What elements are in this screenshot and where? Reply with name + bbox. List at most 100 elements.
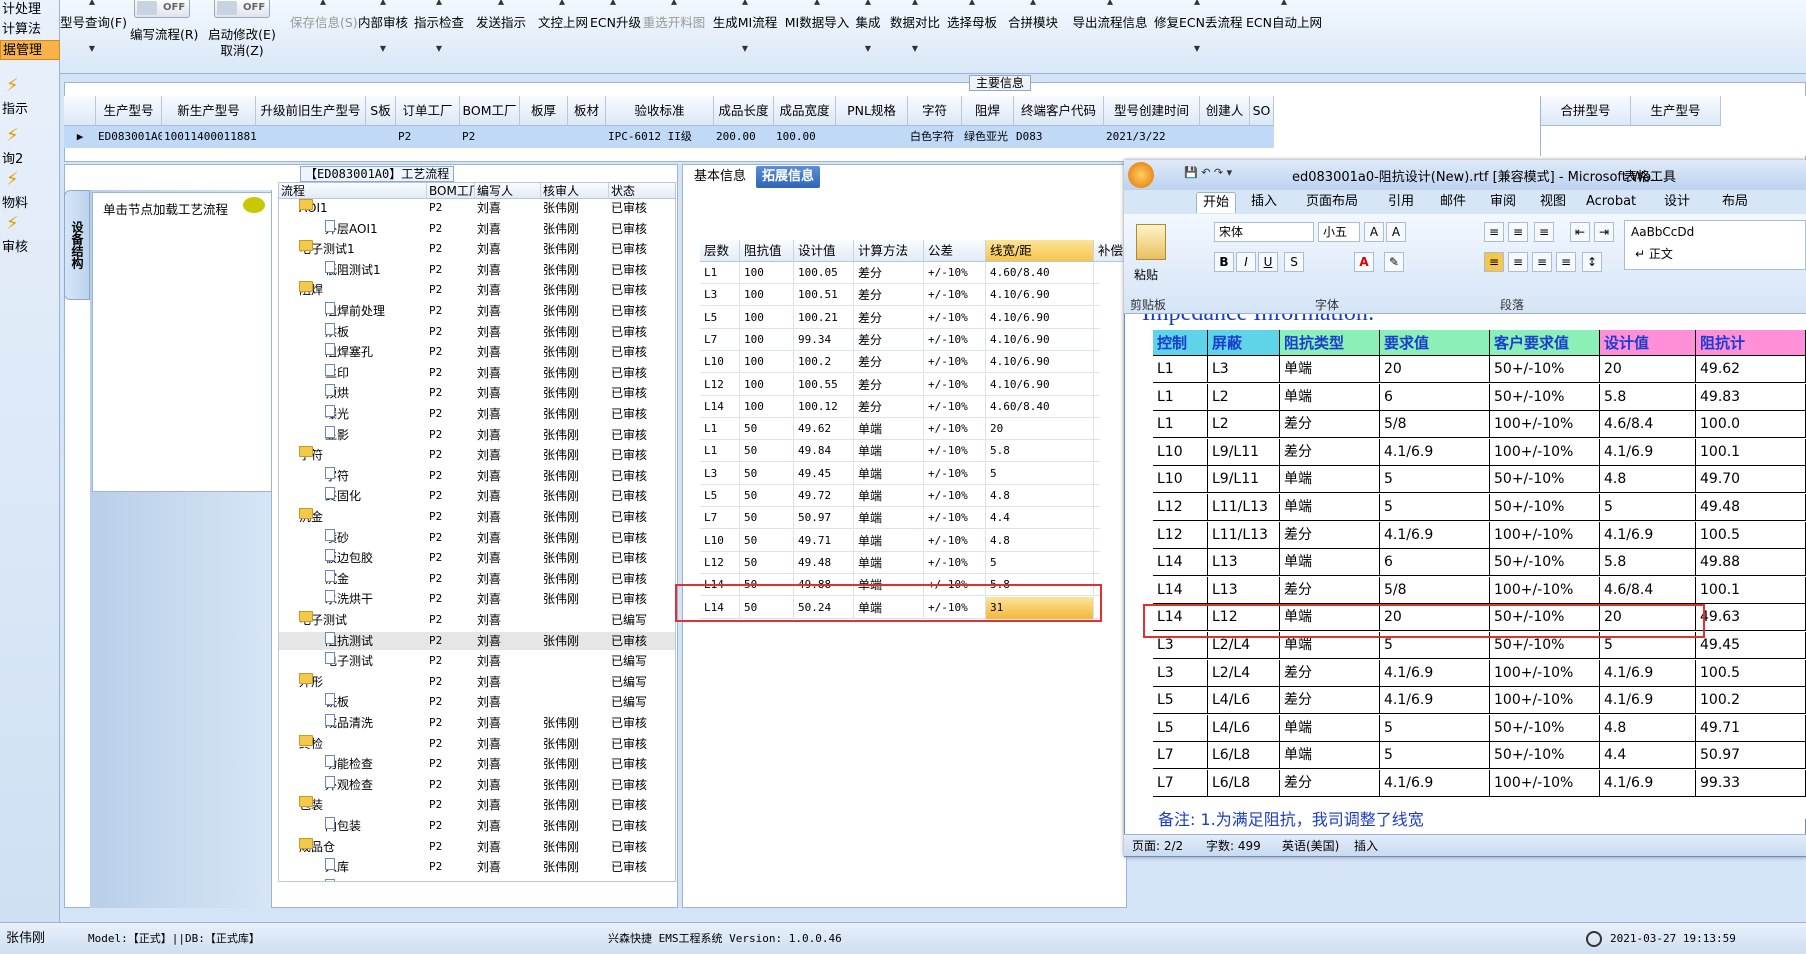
word-table-cell[interactable]: 4.1/6.9 <box>1380 770 1490 797</box>
grid-cell[interactable]: 10011400011881 <box>162 126 256 148</box>
flow-row[interactable]: −AOI1P2 刘喜 张伟刚 已审核 <box>279 199 675 217</box>
impedance-row[interactable]: L5 50 49.72 单端 +/-10% 4.8 <box>700 485 1100 507</box>
impedance-cell[interactable]: 100 <box>740 262 794 284</box>
flow-row[interactable]: 阻焊前处理 P2 刘喜 张伟刚 已审核 <box>279 302 675 320</box>
word-table-cell[interactable]: 差分 <box>1280 411 1380 439</box>
word-table-cell[interactable]: L1 <box>1153 411 1208 439</box>
flow-row[interactable]: 曝光 P2 刘喜 张伟刚 已审核 <box>279 405 675 423</box>
word-mode[interactable]: 插入 <box>1354 835 1378 857</box>
impedance-cell[interactable]: 4.8 <box>986 485 1094 507</box>
word-table-cell[interactable]: L6/L8 <box>1208 770 1280 797</box>
word-table-cell[interactable]: 50+/-10% <box>1490 494 1600 521</box>
grid-cell[interactable] <box>256 126 366 148</box>
word-tab[interactable]: 设计 <box>1658 192 1696 212</box>
flow-row[interactable]: 内包装 P2 刘喜 张伟刚 已审核 <box>279 817 675 835</box>
word-tab[interactable]: Acrobat <box>1580 192 1642 212</box>
impedance-cell[interactable]: 差分 <box>854 328 924 351</box>
impedance-cell[interactable]: 50 <box>740 507 794 530</box>
impedance-cell[interactable]: 差分 <box>854 373 924 396</box>
impedance-cell[interactable]: 5.8 <box>986 440 1094 463</box>
word-tab[interactable]: 插入 <box>1245 192 1283 212</box>
word-table-cell[interactable]: 100+/-10% <box>1490 438 1600 466</box>
impedance-cell[interactable]: 50 <box>740 529 794 552</box>
word-table-cell[interactable]: L3 <box>1208 356 1280 383</box>
impedance-cell[interactable]: +/-10% <box>924 395 986 418</box>
flow-row[interactable]: 成品清洗 P2 刘喜 张伟刚 已审核 <box>279 714 675 732</box>
word-table-cell[interactable]: L3 <box>1153 659 1208 687</box>
word-table-cell[interactable]: L5 <box>1153 687 1208 715</box>
word-table-row[interactable]: L14 L13 单端 6 50+/-10% 5.8 49.88 <box>1153 549 1806 577</box>
word-table-row[interactable]: L5 L4/L6 单端 5 50+/-10% 4.8 49.71 <box>1153 714 1806 742</box>
impedance-cell[interactable]: 单端 <box>854 462 924 485</box>
impedance-cell[interactable]: +/-10% <box>924 507 986 530</box>
toolbar-button[interactable]: OFF 启动修改(E) 取消(Z) <box>200 0 284 74</box>
toolbar-button[interactable]: ▴ 集成 ▼ <box>852 0 884 74</box>
impedance-cell[interactable]: 100 <box>740 306 794 329</box>
word-table-cell[interactable]: 49.48 <box>1696 494 1806 521</box>
word-table-cell[interactable]: 4.6/8.4 <box>1600 576 1696 604</box>
flow-row[interactable]: 烘板 P2 刘喜 张伟刚 已审核 <box>279 322 675 341</box>
flow-row[interactable]: 显影 P2 刘喜 张伟刚 已审核 <box>279 425 675 444</box>
word-table-cell[interactable]: 50+/-10% <box>1490 466 1600 494</box>
increase-indent-icon[interactable]: ⇥ <box>1594 222 1614 242</box>
toolbar-button[interactable]: ▴ 文控上网 <box>538 0 588 74</box>
word-table-cell[interactable]: 49.62 <box>1696 356 1806 383</box>
flow-row[interactable]: −字符P2 刘喜 张伟刚 已审核 <box>279 446 675 464</box>
grid-cell[interactable] <box>520 126 568 148</box>
toolbar-button[interactable]: ▴ 型号查询(F) ▼ <box>60 0 127 74</box>
impedance-cell[interactable]: L1 <box>700 440 740 463</box>
impedance-cell[interactable]: 49.45 <box>794 462 854 485</box>
word-table-cell[interactable]: 4.1/6.9 <box>1600 687 1696 715</box>
impedance-cell[interactable]: L12 <box>700 373 740 396</box>
word-table-cell[interactable]: 4.1/6.9 <box>1600 521 1696 549</box>
word-table-cell[interactable]: 49.45 <box>1696 632 1806 659</box>
impedance-cell[interactable]: +/-10% <box>924 440 986 463</box>
word-table-cell[interactable]: 100.2 <box>1696 687 1806 715</box>
impedance-row[interactable]: L12 50 49.48 单端 +/-10% 5 <box>700 551 1100 574</box>
word-table-row[interactable]: L1 L3 单端 20 50+/-10% 20 49.62 <box>1153 356 1806 383</box>
impedance-cell[interactable]: L7 <box>700 328 740 351</box>
impedance-cell[interactable]: 单端 <box>854 507 924 530</box>
impedance-cell[interactable]: +/-10% <box>924 551 986 574</box>
word-table-cell[interactable]: L12 <box>1153 521 1208 549</box>
word-table-cell[interactable]: L1 <box>1153 356 1208 383</box>
impedance-cell[interactable]: 差分 <box>854 306 924 329</box>
impedance-row[interactable]: L1 50 49.62 单端 +/-10% 20 <box>700 418 1100 441</box>
word-table-row[interactable]: L12 L11/L13 单端 5 50+/-10% 5 49.48 <box>1153 494 1806 521</box>
align-right-icon[interactable]: ≡ <box>1532 252 1552 272</box>
word-tab[interactable]: 邮件 <box>1434 192 1472 212</box>
impedance-cell[interactable]: 差分 <box>854 351 924 374</box>
grid-cell[interactable] <box>366 126 396 148</box>
decrease-indent-icon[interactable]: ⇤ <box>1570 222 1590 242</box>
word-table-cell[interactable]: 20 <box>1600 356 1696 383</box>
word-tab[interactable]: 引用 <box>1382 192 1420 212</box>
impedance-cell[interactable]: +/-10% <box>924 306 986 329</box>
font-name-select[interactable]: 宋体 <box>1214 222 1314 242</box>
word-table-cell[interactable]: 100+/-10% <box>1490 411 1600 439</box>
word-table-cell[interactable]: 50+/-10% <box>1490 356 1600 383</box>
toolbar-button[interactable]: ▴ MI数据导入 <box>784 0 850 74</box>
nav-item[interactable]: 指示 <box>0 100 60 120</box>
impedance-cell[interactable]: 50 <box>740 551 794 574</box>
impedance-row[interactable]: L10 50 49.71 单端 +/-10% 4.8 <box>700 529 1100 552</box>
impedance-cell[interactable]: 50 <box>740 462 794 485</box>
word-table-cell[interactable]: 50+/-10% <box>1490 714 1600 742</box>
paste-label[interactable]: 粘贴 <box>1134 266 1158 283</box>
word-table-cell[interactable]: L9/L11 <box>1208 466 1280 494</box>
word-tab[interactable]: 审阅 <box>1484 192 1522 212</box>
word-table-row[interactable]: L14 L13 差分 5/8 100+/-10% 4.6/8.4 100.1 <box>1153 576 1806 604</box>
word-table-cell[interactable]: L14 <box>1153 576 1208 604</box>
impedance-cell[interactable]: L10 <box>700 529 740 552</box>
align-left-icon[interactable]: ≡ <box>1484 252 1504 272</box>
toolbar-button[interactable]: OFF 编写流程(R) <box>130 0 198 74</box>
flow-row[interactable]: 外观检查 P2 刘喜 张伟刚 已审核 <box>279 775 675 794</box>
impedance-cell[interactable]: 20 <box>986 418 1094 441</box>
word-table-cell[interactable]: 差分 <box>1280 521 1380 549</box>
word-table-row[interactable]: L5 L4/L6 差分 4.1/6.9 100+/-10% 4.1/6.9 100.2 <box>1153 687 1806 715</box>
flow-row[interactable]: 外包装P2刘喜张伟刚已审核 <box>279 878 675 881</box>
impedance-cell[interactable]: +/-10% <box>924 373 986 396</box>
impedance-cell[interactable]: 4.8 <box>986 529 1094 552</box>
toggle-switch[interactable]: OFF <box>134 0 190 18</box>
word-table-cell[interactable]: 100.1 <box>1696 438 1806 466</box>
word-table-cell[interactable]: L10 <box>1153 466 1208 494</box>
